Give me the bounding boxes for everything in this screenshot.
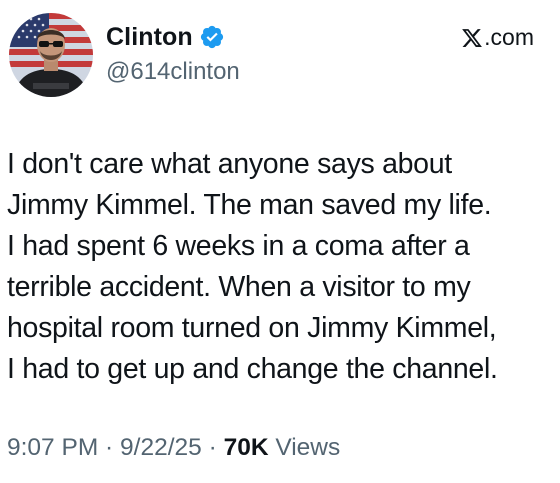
meta-separator: · [201,434,224,461]
author-row: Clinton [106,21,225,53]
avatar[interactable] [9,13,93,97]
tweet-time[interactable]: 9:07 PM [7,434,98,461]
brand-link[interactable]: .com [461,24,534,51]
brand-domain-text: .com [484,24,534,50]
tweet-card: Clinton @614clinton .com I don't care wh… [0,0,560,483]
tweet-line: terrible accident. When a visitor to my [7,271,471,303]
user-handle[interactable]: @614clinton [106,58,240,86]
tweet-line: I had spent 6 weeks in a coma after a [7,230,470,262]
tweet-line: I had to get up and change the channel. [7,353,498,385]
tweet-line: hospital room turned on Jimmy Kimmel, [7,312,497,344]
tweet-line: I don't care what anyone says about [7,148,452,180]
verified-badge-icon [199,24,225,50]
profile-photo-icon [9,13,93,97]
views-count: 70K [223,434,269,461]
tweet-meta: 9:07 PM · 9/22/25 · 70K Views [7,434,340,462]
tweet-text: I don't care what anyone says about Jimm… [7,144,555,390]
display-name[interactable]: Clinton [106,23,193,52]
meta-separator: · [98,434,121,461]
tweet-date[interactable]: 9/22/25 [120,434,202,461]
x-logo-icon [461,27,483,49]
views-label: Views [268,434,341,461]
tweet-line: Jimmy Kimmel. The man saved my life. [7,189,492,221]
